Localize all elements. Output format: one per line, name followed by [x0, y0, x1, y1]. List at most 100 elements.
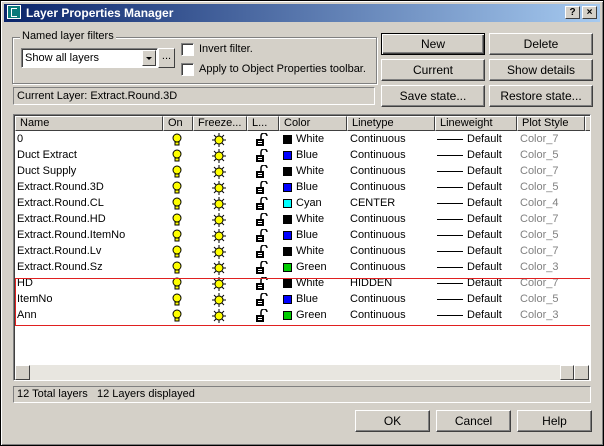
unlock-icon[interactable] [255, 308, 269, 323]
layer-plot-style[interactable]: Color_3 [520, 260, 580, 276]
apply-toolbar-checkbox[interactable] [181, 63, 194, 76]
unlock-icon[interactable] [255, 180, 269, 195]
on-bulb-icon[interactable] [171, 309, 183, 323]
thaw-sun-icon[interactable] [212, 245, 226, 259]
layer-color[interactable]: Green [296, 308, 346, 324]
on-bulb-icon[interactable] [171, 181, 183, 195]
layer-color[interactable]: White [296, 276, 346, 292]
layer-lineweight[interactable]: Default [467, 212, 515, 228]
unlock-icon[interactable] [255, 228, 269, 243]
layer-linetype[interactable]: Continuous [350, 228, 434, 244]
horizontal-scrollbar[interactable] [15, 365, 589, 380]
close-button[interactable]: × [582, 6, 597, 19]
on-bulb-icon[interactable] [171, 197, 183, 211]
current-button[interactable]: Current [381, 59, 485, 81]
color-swatch[interactable] [283, 167, 292, 176]
scroll-right-button[interactable] [574, 365, 589, 380]
on-bulb-icon[interactable] [171, 165, 183, 179]
thaw-sun-icon[interactable] [212, 293, 226, 307]
layer-lineweight[interactable]: Default [467, 308, 515, 324]
thaw-sun-icon[interactable] [212, 213, 226, 227]
column-header[interactable]: P [585, 116, 590, 131]
thaw-sun-icon[interactable] [212, 197, 226, 211]
layer-plot-style[interactable]: Color_4 [520, 196, 580, 212]
layer-lineweight[interactable]: Default [467, 164, 515, 180]
unlock-icon[interactable] [255, 164, 269, 179]
layer-linetype[interactable]: Continuous [350, 260, 434, 276]
layer-plot-style[interactable]: Color_7 [520, 244, 580, 260]
layer-color[interactable]: Blue [296, 292, 346, 308]
layer-grid[interactable]: Name On Freeze... L... Color Linetype Lineweig… [13, 114, 591, 381]
unlock-icon[interactable] [255, 276, 269, 291]
on-bulb-icon[interactable] [171, 293, 183, 307]
column-header[interactable]: Lineweight [435, 116, 517, 131]
table-row[interactable]: Duct Supply White Continuous Default Color_7 [15, 164, 590, 180]
unlock-icon[interactable] [255, 260, 269, 275]
color-swatch[interactable] [283, 215, 292, 224]
color-swatch[interactable] [283, 199, 292, 208]
layer-linetype[interactable]: Continuous [350, 132, 434, 148]
column-header[interactable]: L... [247, 116, 279, 131]
column-header[interactable]: Freeze... [193, 116, 247, 131]
layer-lineweight[interactable]: Default [467, 244, 515, 260]
unlock-icon[interactable] [255, 292, 269, 307]
layer-linetype[interactable]: Continuous [350, 212, 434, 228]
layer-plot-style[interactable]: Color_5 [520, 148, 580, 164]
layer-plot-style[interactable]: Color_7 [520, 276, 580, 292]
on-bulb-icon[interactable] [171, 261, 183, 275]
unlock-icon[interactable] [255, 244, 269, 259]
layer-plot-style[interactable]: Color_5 [520, 228, 580, 244]
layer-linetype[interactable]: Continuous [350, 164, 434, 180]
on-bulb-icon[interactable] [171, 133, 183, 147]
scroll-thumb[interactable] [560, 365, 574, 380]
layer-plot-style[interactable]: Color_7 [520, 212, 580, 228]
context-help-button[interactable]: ? [565, 6, 580, 19]
show-details-button[interactable]: Show details [489, 59, 593, 81]
table-row[interactable]: Extract.Round.CL Cyan CENTER Default Color_4 [15, 196, 590, 212]
layer-linetype[interactable]: CENTER [350, 196, 434, 212]
layer-lineweight[interactable]: Default [467, 228, 515, 244]
table-row[interactable]: Ann Green Continuous Default Color_3 [15, 308, 590, 324]
layer-color[interactable]: Green [296, 260, 346, 276]
thaw-sun-icon[interactable] [212, 181, 226, 195]
layer-plot-style[interactable]: Color_5 [520, 180, 580, 196]
layer-plot-style[interactable]: Color_5 [520, 292, 580, 308]
table-row[interactable]: ItemNo Blue Continuous Default Color_5 [15, 292, 590, 308]
color-swatch[interactable] [283, 279, 292, 288]
ok-button[interactable]: OK [355, 410, 430, 432]
table-row[interactable]: Extract.Round.Sz Green Continuous Default Co… [15, 260, 590, 276]
delete-button[interactable]: Delete [489, 33, 593, 55]
column-header[interactable]: Plot Style [517, 116, 585, 131]
layer-linetype[interactable]: HIDDEN [350, 276, 434, 292]
layer-linetype[interactable]: Continuous [350, 308, 434, 324]
table-row[interactable]: Duct Extract Blue Continuous Default Color_5 [15, 148, 590, 164]
color-swatch[interactable] [283, 295, 292, 304]
layer-color[interactable]: White [296, 212, 346, 228]
layer-linetype[interactable]: Continuous [350, 148, 434, 164]
table-row[interactable]: Extract.Round.3D Blue Continuous Default Col… [15, 180, 590, 196]
table-row[interactable]: Extract.Round.HD White Continuous Default Co… [15, 212, 590, 228]
save-state-button[interactable]: Save state... [381, 85, 485, 107]
title-bar[interactable]: Layer Properties Manager ? × [4, 4, 600, 22]
layer-lineweight[interactable]: Default [467, 132, 515, 148]
unlock-icon[interactable] [255, 196, 269, 211]
on-bulb-icon[interactable] [171, 213, 183, 227]
thaw-sun-icon[interactable] [212, 277, 226, 291]
layer-lineweight[interactable]: Default [467, 292, 515, 308]
new-button[interactable]: New [381, 33, 485, 55]
on-bulb-icon[interactable] [171, 245, 183, 259]
layer-lineweight[interactable]: Default [467, 276, 515, 292]
unlock-icon[interactable] [255, 132, 269, 147]
layer-color[interactable]: Blue [296, 228, 346, 244]
column-header[interactable]: Name [15, 116, 163, 131]
column-header[interactable]: On [163, 116, 193, 131]
color-swatch[interactable] [283, 263, 292, 272]
layer-linetype[interactable]: Continuous [350, 292, 434, 308]
color-swatch[interactable] [283, 135, 292, 144]
help-button[interactable]: Help [517, 410, 592, 432]
layer-color[interactable]: Blue [296, 180, 346, 196]
unlock-icon[interactable] [255, 148, 269, 163]
thaw-sun-icon[interactable] [212, 229, 226, 243]
unlock-icon[interactable] [255, 212, 269, 227]
on-bulb-icon[interactable] [171, 229, 183, 243]
